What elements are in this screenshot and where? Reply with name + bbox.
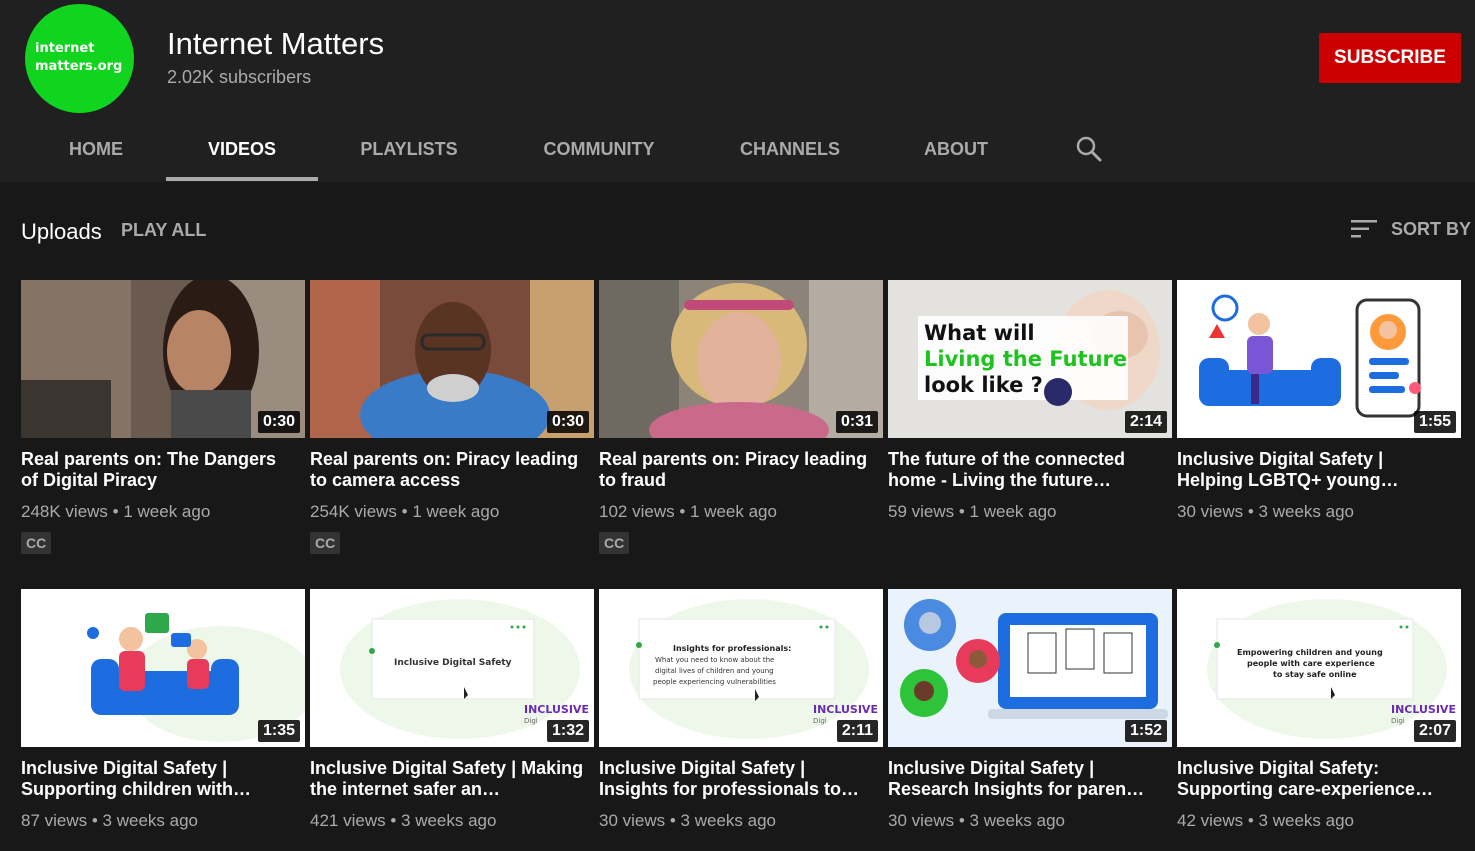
video-title[interactable]: Inclusive Digital Safety | Making the in…	[310, 758, 585, 800]
upload-age: 3 weeks ago	[1258, 811, 1354, 830]
logo-text-line1: internet	[35, 41, 95, 56]
thumb-text-future-2: Living the Future	[924, 347, 1127, 371]
logo-text-line2: matters.org	[35, 59, 123, 74]
video-meta: 30 views • 3 weeks ago	[1177, 502, 1354, 521]
channel-avatar[interactable]: internet matters.org	[25, 4, 134, 113]
tab-videos[interactable]: VIDEOS	[166, 128, 318, 181]
video-duration: 1:52	[1124, 720, 1167, 742]
video-duration: 0:30	[546, 411, 589, 433]
thumb-inclusive-logo: INCLUSIVE	[1391, 703, 1456, 716]
tab-community[interactable]: COMMUNITY	[510, 128, 688, 181]
upload-age: 1 week ago	[690, 502, 777, 521]
channel-name: Internet Matters	[167, 26, 385, 61]
video-duration: 1:32	[546, 720, 589, 742]
video-thumbnail[interactable]: What will Living the Future look like ? …	[888, 280, 1172, 438]
thumb-inclusive-logo: INCLUSIVE	[813, 703, 878, 716]
thumb-slide-line3: to stay safe online	[1273, 670, 1357, 679]
video-duration: 1:35	[257, 720, 300, 742]
upload-age: 1 week ago	[412, 502, 500, 521]
video-title[interactable]: Inclusive Digital Safety | Insights for …	[599, 758, 874, 800]
cc-badge: CC	[310, 532, 341, 554]
thumb-inclusive-sub: Digi	[1391, 717, 1405, 725]
thumb-slide-line2: digital lives of children and young	[655, 667, 774, 675]
thumb-slide-line1: What you need to know about the	[655, 656, 774, 664]
video-thumbnail[interactable]: Insights for professionals: What you nee…	[599, 589, 883, 747]
video-title[interactable]: Real parents on: The Dangers of Digital …	[21, 449, 296, 491]
view-count: 30 views	[1177, 502, 1244, 521]
search-icon[interactable]	[1074, 134, 1104, 164]
thumb-inclusive-sub: Digi	[813, 717, 827, 725]
thumb-text-future-1: What will	[924, 321, 1035, 345]
uploads-heading: Uploads	[21, 219, 102, 244]
thumb-slide-line1: Empowering children and young	[1237, 648, 1383, 657]
thumb-inclusive-sub: Digi	[524, 717, 538, 725]
upload-age: 3 weeks ago	[102, 811, 198, 830]
subscribe-button[interactable]: SUBSCRIBE	[1319, 33, 1461, 83]
video-title[interactable]: Inclusive Digital Safety | Supporting ch…	[21, 758, 296, 800]
video-meta: 248K views • 1 week ago	[21, 502, 211, 521]
video-meta: 59 views • 1 week ago	[888, 502, 1057, 521]
video-meta: 30 views • 3 weeks ago	[599, 811, 776, 830]
tab-playlists[interactable]: PLAYLISTS	[335, 128, 483, 181]
cc-badge: CC	[21, 532, 52, 554]
view-count: 102 views	[599, 502, 675, 521]
upload-age: 1 week ago	[969, 502, 1057, 521]
thumb-slide-line3: people experiencing vulnerabilities	[653, 678, 776, 686]
video-thumbnail[interactable]: Empowering children and young people wit…	[1177, 589, 1461, 747]
video-duration: 0:30	[257, 411, 300, 433]
tab-home[interactable]: HOME	[38, 128, 154, 181]
upload-age: 3 weeks ago	[680, 811, 776, 830]
video-duration: 1:55	[1413, 411, 1456, 433]
video-title[interactable]: Real parents on: Piracy leading to fraud	[599, 449, 874, 491]
thumb-inclusive-logo: INCLUSIVE	[524, 703, 589, 716]
play-all-button[interactable]: PLAY ALL	[121, 220, 206, 241]
video-meta: 30 views • 3 weeks ago	[888, 811, 1065, 830]
video-thumbnail[interactable]: 0:31	[599, 280, 883, 438]
video-thumbnail[interactable]: 0:30	[310, 280, 594, 438]
view-count: 248K views	[21, 502, 108, 521]
view-count: 30 views	[599, 811, 666, 830]
video-title[interactable]: Real parents on: Piracy leading to camer…	[310, 449, 585, 491]
video-title[interactable]: Inclusive Digital Safety | Helping LGBTQ…	[1177, 449, 1452, 491]
thumb-slide-title: Inclusive Digital Safety	[394, 658, 512, 668]
video-thumbnail[interactable]: 1:35	[21, 589, 305, 747]
video-meta: 102 views • 1 week ago	[599, 502, 777, 521]
video-meta: 87 views • 3 weeks ago	[21, 811, 198, 830]
view-count: 30 views	[888, 811, 955, 830]
sort-by-button[interactable]: SORT BY	[1391, 219, 1471, 240]
video-duration: 2:14	[1124, 411, 1167, 433]
video-duration: 2:11	[836, 720, 878, 742]
upload-age: 3 weeks ago	[1258, 502, 1354, 521]
video-meta: 42 views • 3 weeks ago	[1177, 811, 1354, 830]
video-meta: 421 views • 3 weeks ago	[310, 811, 497, 830]
view-count: 59 views	[888, 502, 955, 521]
video-duration: 2:07	[1413, 720, 1456, 742]
video-title[interactable]: Inclusive Digital Safety: Supporting car…	[1177, 758, 1452, 800]
tab-channels[interactable]: CHANNELS	[710, 128, 870, 181]
video-thumbnail[interactable]: 1:52	[888, 589, 1172, 747]
thumb-slide-heading: Insights for professionals:	[673, 644, 791, 653]
view-count: 42 views	[1177, 811, 1244, 830]
thumb-text-future-3: look like ?	[924, 373, 1043, 397]
video-meta: 254K views • 1 week ago	[310, 502, 500, 521]
view-count: 87 views	[21, 811, 88, 830]
upload-age: 3 weeks ago	[969, 811, 1065, 830]
video-duration: 0:31	[835, 411, 878, 433]
subscriber-count: 2.02K subscribers	[167, 67, 312, 87]
video-title[interactable]: The future of the connected home - Livin…	[888, 449, 1163, 491]
video-thumbnail[interactable]: 0:30	[21, 280, 305, 438]
video-thumbnail[interactable]: 1:55	[1177, 280, 1461, 438]
upload-age: 3 weeks ago	[401, 811, 497, 830]
video-title[interactable]: Inclusive Digital Safety | Research Insi…	[888, 758, 1163, 800]
view-count: 254K views	[310, 502, 397, 521]
video-thumbnail[interactable]: Inclusive Digital Safety INCLUSIVE Digi …	[310, 589, 594, 747]
view-count: 421 views	[310, 811, 386, 830]
cc-badge: CC	[599, 532, 630, 554]
sort-icon[interactable]	[1350, 219, 1378, 239]
upload-age: 1 week ago	[123, 502, 211, 521]
thumb-slide-line2: people with care experience	[1247, 659, 1375, 668]
tab-about[interactable]: ABOUT	[896, 128, 1016, 181]
